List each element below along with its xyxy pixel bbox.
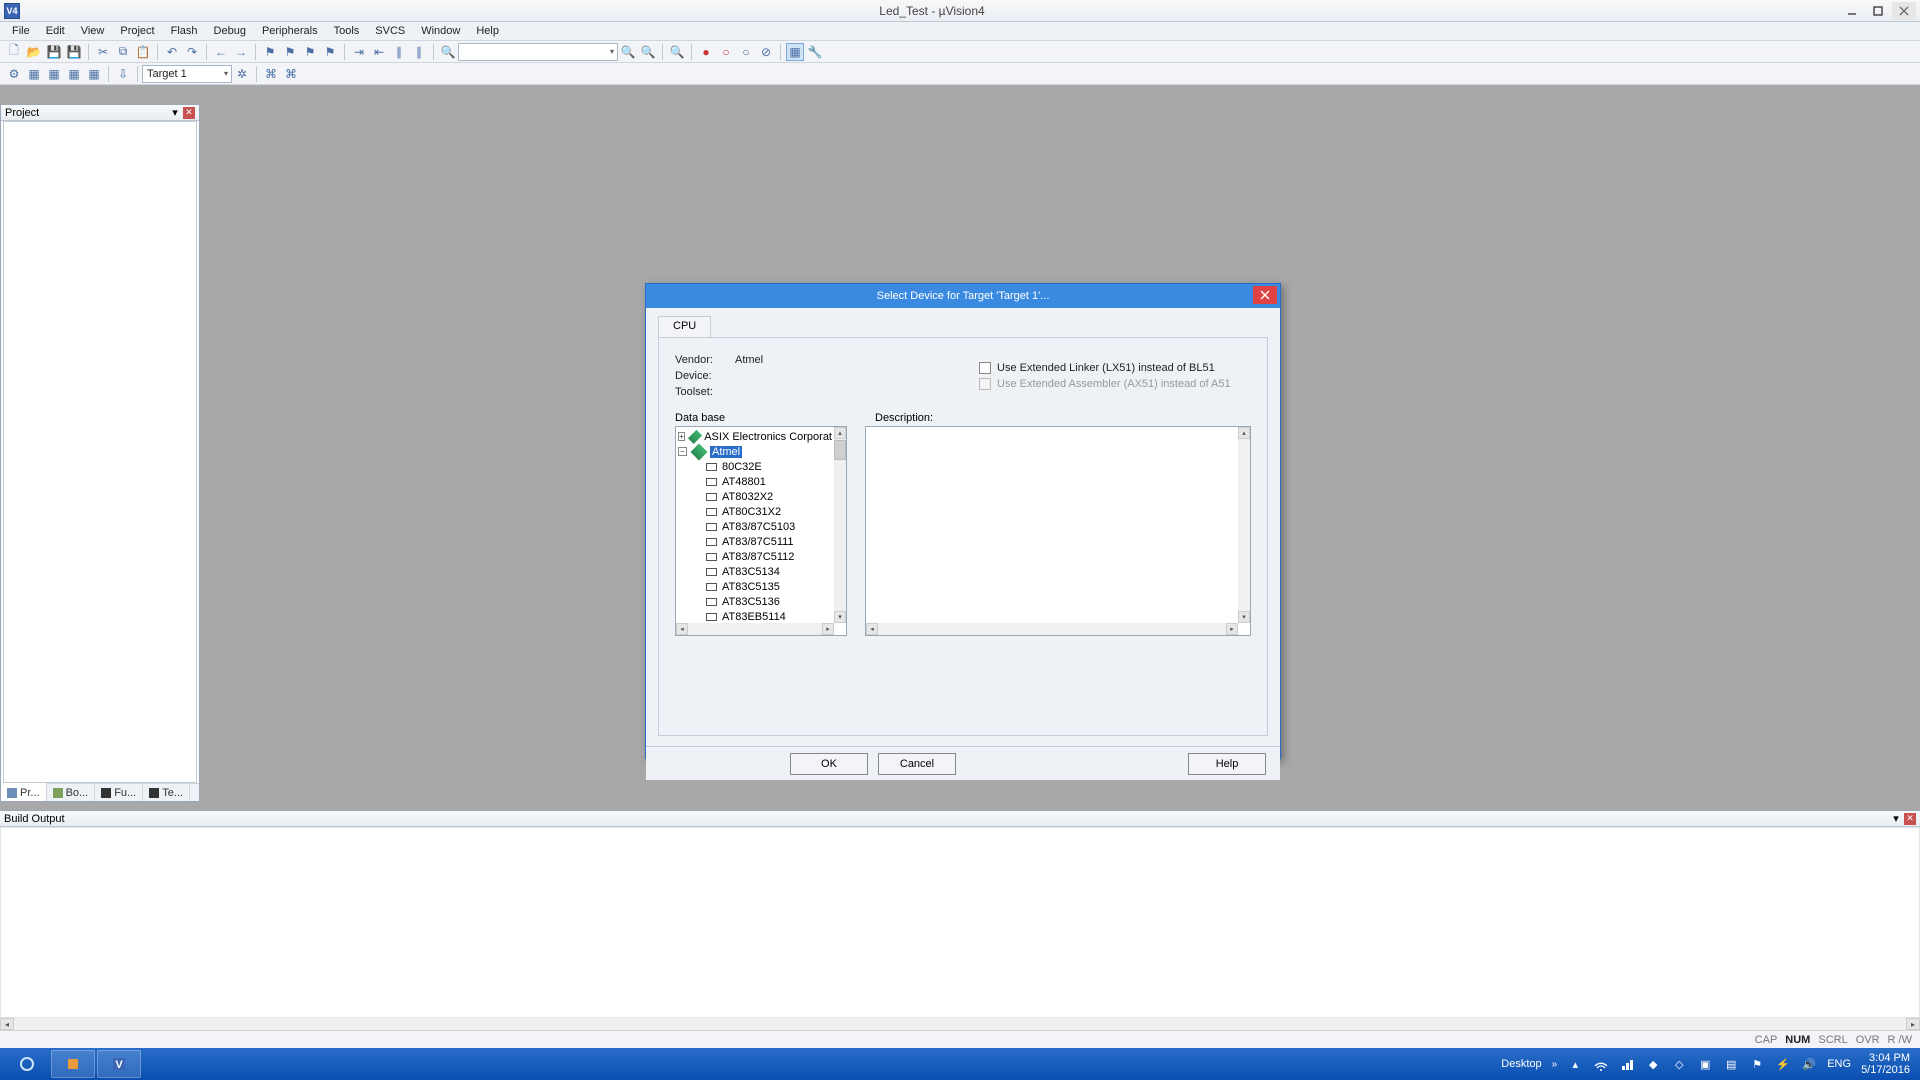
description-label: Description: [875, 412, 933, 424]
dialog-titlebar[interactable]: Select Device for Target 'Target 1'... [646, 284, 1280, 308]
status-ovr: OVR [1856, 1034, 1880, 1046]
modal-overlay: Select Device for Target 'Target 1'... C… [0, 0, 1920, 1080]
tab-cpu[interactable]: CPU [658, 316, 711, 337]
chip-icon [706, 583, 717, 591]
scroll-left-icon[interactable]: ◂ [676, 623, 688, 635]
chip-icon [706, 478, 717, 486]
scroll-left-icon[interactable]: ◂ [866, 623, 878, 635]
tree-device[interactable]: AT83EB5114 [722, 611, 786, 623]
tree-device[interactable]: AT80C31X2 [722, 506, 781, 518]
checkbox-icon[interactable] [979, 362, 991, 374]
volume-icon[interactable]: 🔊 [1801, 1056, 1817, 1072]
extended-options: Use Extended Linker (LX51) instead of BL… [979, 362, 1249, 394]
tree-vendor-atmel[interactable]: Atmel [710, 446, 742, 458]
taskbar-app-paint[interactable] [51, 1050, 95, 1078]
tree-vendor-asix[interactable]: ASIX Electronics Corporat [704, 431, 832, 443]
tree-hscrollbar[interactable]: ◂▸ [676, 623, 834, 635]
network-icon[interactable] [1619, 1056, 1635, 1072]
checkbox-icon [979, 378, 991, 390]
desc-hscrollbar[interactable]: ◂▸ [866, 623, 1238, 635]
taskbar-start[interactable] [5, 1050, 49, 1078]
ok-button[interactable]: OK [790, 753, 868, 775]
device-label: Device: [675, 370, 735, 382]
dialog-title: Select Device for Target 'Target 1'... [877, 290, 1050, 302]
scroll-right-icon[interactable]: ▸ [1226, 623, 1238, 635]
action-center-icon[interactable]: ⚑ [1749, 1056, 1765, 1072]
tree-device[interactable]: AT83/87C5112 [722, 551, 794, 563]
dialog-close-button[interactable] [1253, 286, 1277, 304]
tray-icon[interactable]: ◇ [1671, 1056, 1687, 1072]
vendor-icon [688, 429, 702, 443]
tray-icon[interactable]: ▤ [1723, 1056, 1739, 1072]
clock-time: 3:04 PM [1861, 1052, 1910, 1064]
system-tray: Desktop » ▴ ◆ ◇ ▣ ▤ ⚑ ⚡ 🔊 ENG 3:04 PM 5/… [1501, 1052, 1916, 1076]
collapse-icon[interactable]: − [678, 447, 687, 456]
tray-icon[interactable]: ◆ [1645, 1056, 1661, 1072]
vendor-value: Atmel [735, 354, 763, 366]
tree-device[interactable]: 80C32E [722, 461, 762, 473]
tree-device[interactable]: AT8032X2 [722, 491, 773, 503]
scroll-down-icon[interactable]: ▾ [1238, 611, 1250, 623]
language-indicator[interactable]: ENG [1827, 1058, 1851, 1070]
toolset-label: Toolset: [675, 386, 735, 398]
chip-icon [706, 523, 717, 531]
help-button[interactable]: Help [1188, 753, 1266, 775]
vendor-icon [691, 443, 708, 460]
scroll-up-icon[interactable]: ▴ [1238, 427, 1250, 439]
scroll-right-icon[interactable]: ▸ [822, 623, 834, 635]
chip-icon [706, 493, 717, 501]
expand-icon[interactable]: + [678, 432, 685, 441]
desc-vscrollbar[interactable]: ▴▾ [1238, 427, 1250, 623]
tree-device[interactable]: AT83/87C5111 [722, 536, 794, 548]
chip-icon [706, 508, 717, 516]
status-bar: CAP NUM SCRL OVR R /W [0, 1030, 1920, 1048]
taskbar: V Desktop » ▴ ◆ ◇ ▣ ▤ ⚑ ⚡ 🔊 ENG 3:04 PM … [0, 1048, 1920, 1080]
tray-icon[interactable]: ▣ [1697, 1056, 1713, 1072]
chip-icon [706, 538, 717, 546]
scroll-thumb[interactable] [834, 440, 846, 460]
status-scrl: SCRL [1818, 1034, 1847, 1046]
scroll-down-icon[interactable]: ▾ [834, 611, 846, 623]
power-icon[interactable]: ⚡ [1775, 1056, 1791, 1072]
select-device-dialog: Select Device for Target 'Target 1'... C… [645, 283, 1281, 759]
dialog-body: CPU Vendor:Atmel Device: Toolset: Use Ex… [646, 308, 1280, 746]
description-box[interactable]: ▴▾ ◂▸ [865, 426, 1251, 636]
desktop-toolbar-label[interactable]: Desktop [1501, 1058, 1541, 1070]
device-tree[interactable]: + ASIX Electronics Corporat − Atmel 80C32E… [675, 426, 847, 636]
chip-icon [706, 463, 717, 471]
desktop-chevron-icon[interactable]: » [1552, 1059, 1558, 1070]
tree-device[interactable]: AT83C5134 [722, 566, 780, 578]
dialog-tabs: CPU [658, 316, 1268, 338]
cancel-button[interactable]: Cancel [878, 753, 956, 775]
clock[interactable]: 3:04 PM 5/17/2016 [1861, 1052, 1910, 1076]
taskbar-app-uvision[interactable]: V [97, 1050, 141, 1078]
status-rw: R /W [1888, 1034, 1912, 1046]
wifi-icon[interactable] [1593, 1056, 1609, 1072]
dialog-button-row: OK Cancel Help [646, 746, 1280, 780]
svg-text:V: V [115, 1059, 123, 1071]
chip-icon [706, 598, 717, 606]
tree-device[interactable]: AT83C5135 [722, 581, 780, 593]
vendor-label: Vendor: [675, 354, 735, 366]
database-label: Data base [675, 412, 875, 424]
scroll-up-icon[interactable]: ▴ [834, 427, 846, 439]
dialog-form: Vendor:Atmel Device: Toolset: Use Extend… [658, 338, 1268, 736]
chip-icon [706, 568, 717, 576]
chip-icon [706, 553, 717, 561]
chk-extended-assembler: Use Extended Assembler (AX51) instead of… [979, 378, 1249, 390]
tree-device[interactable]: AT83C5136 [722, 596, 780, 608]
status-num: NUM [1785, 1034, 1810, 1046]
clock-date: 5/17/2016 [1861, 1064, 1910, 1076]
tree-device[interactable]: AT83/87C5103 [722, 521, 795, 533]
chip-icon [706, 613, 717, 621]
tree-vscrollbar[interactable]: ▴▾ [834, 427, 846, 623]
chk-extended-linker[interactable]: Use Extended Linker (LX51) instead of BL… [979, 362, 1249, 374]
status-cap: CAP [1755, 1034, 1778, 1046]
tray-overflow-icon[interactable]: ▴ [1567, 1056, 1583, 1072]
tree-device[interactable]: AT48801 [722, 476, 766, 488]
